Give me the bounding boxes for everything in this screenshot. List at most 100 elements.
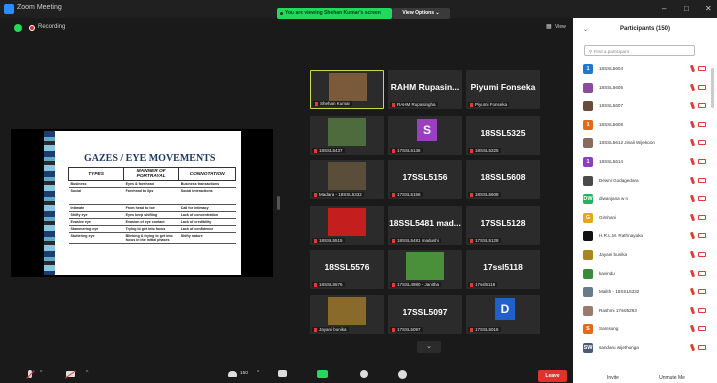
view-options-button[interactable]: View Options ⌄ xyxy=(392,8,450,19)
table-row: Business Eyes & forehead Business transact… xyxy=(68,180,236,188)
tile-name-label: Jayani bunika xyxy=(312,327,349,332)
panel-scrollbar[interactable] xyxy=(711,68,714,108)
video-tile[interactable]: Madara - 18SSL5332 xyxy=(310,160,384,199)
video-tile[interactable]: RAHM Rupasin... RAHM Rupasingha xyxy=(388,70,462,109)
invite-button[interactable]: Invite xyxy=(593,375,633,381)
view-toggle-label[interactable]: View xyxy=(555,24,566,30)
tile-display-name: 18SSL5325 xyxy=(480,128,526,138)
slide-title: GAZES / EYE MOVEMENTS xyxy=(84,153,216,164)
participant-row[interactable]: 1 18SSL5604 xyxy=(573,62,717,79)
avatar xyxy=(583,305,593,316)
tile-name-label: Shehan Kumar xyxy=(313,101,353,106)
share-screen-icon[interactable] xyxy=(317,370,328,378)
video-tile[interactable]: Piyumi Fonseka Piyumi Fonseka xyxy=(466,70,540,109)
participant-row[interactable]: 18SSL5605 xyxy=(573,81,717,98)
table-cell: Eyes & forehead xyxy=(123,180,179,188)
video-tile[interactable]: D 17SSL5016 xyxy=(466,295,540,334)
video-tile[interactable]: 17ssl5118 17ssl5118 xyxy=(466,250,540,289)
encryption-shield-icon[interactable] xyxy=(14,24,22,32)
audio-options-caret-icon[interactable]: ^ xyxy=(40,370,42,376)
participant-row[interactable]: Jayani bunika xyxy=(573,248,717,265)
avatar: 1 xyxy=(583,64,593,74)
video-off-icon xyxy=(698,196,706,202)
participant-name: Gimhani xyxy=(599,214,617,220)
video-tile[interactable]: 18SSL5608 18SSL5608 xyxy=(466,160,540,199)
table-cell: Lack of credibility xyxy=(178,218,236,226)
chat-icon[interactable] xyxy=(278,370,287,377)
close-icon[interactable]: ✕ xyxy=(705,4,712,13)
avatar: D xyxy=(495,298,515,320)
participant-row[interactable]: DW diwanjana w n xyxy=(573,192,717,209)
participants-count[interactable]: 150 xyxy=(240,371,248,376)
avatar xyxy=(583,101,593,112)
video-tile[interactable]: Shehan Kumar xyxy=(310,70,384,109)
table-cell: Evasion of eye contact xyxy=(123,218,179,226)
participant-row[interactable]: 18SSL5607 xyxy=(573,99,717,116)
next-page-chevron-icon[interactable]: ⌄ xyxy=(417,341,441,353)
video-tile[interactable]: 18SSL5481 mad... 18SSL5481 madushi xyxy=(388,206,462,245)
reactions-icon[interactable] xyxy=(398,370,407,379)
avatar xyxy=(583,250,593,260)
participant-name: kavindu xyxy=(599,270,615,276)
video-tile[interactable]: 18SSL5515 xyxy=(310,206,384,245)
participant-row[interactable]: 1 18SSL5614 xyxy=(573,155,717,172)
participants-icon[interactable] xyxy=(228,371,237,377)
tile-display-name: 17SSL5097 xyxy=(402,307,448,317)
tile-display-name: 18SSL5576 xyxy=(324,262,370,272)
participant-row[interactable]: SW sandaru wijethunga xyxy=(573,341,717,358)
participant-row[interactable]: S Samsung xyxy=(573,322,717,339)
tile-name-label: 18SSL5437 xyxy=(312,148,345,153)
meeting-toolbar: ^ ^ 150 ^ Leave xyxy=(0,364,573,383)
participant-name: 18SSL5604 xyxy=(599,66,624,71)
participant-row[interactable]: G Gimhani xyxy=(573,211,717,228)
tile-name-label: 17SSL5128 xyxy=(468,238,501,243)
participant-row[interactable]: 18SSL5612 Jinali Wijekoon xyxy=(573,136,717,153)
video-tile[interactable]: 17SSL5128 17SSL5128 xyxy=(466,206,540,245)
participant-search-input[interactable]: ⚲ Find a participant xyxy=(584,45,695,56)
video-tile[interactable]: Jayani bunika xyxy=(310,295,384,334)
tile-name-label: 18SSL5576 xyxy=(312,282,345,287)
tile-name-label: 17SSL5016 xyxy=(468,327,501,332)
table-row: Stammering eye Trying to get into focus La… xyxy=(68,225,236,233)
avatar xyxy=(583,231,593,242)
tile-name-label: 17SSL4980 - Janitha xyxy=(390,282,442,287)
video-options-caret-icon[interactable]: ^ xyxy=(86,370,88,376)
leave-button[interactable]: Leave xyxy=(538,370,567,382)
minimize-icon[interactable]: – xyxy=(662,4,666,13)
table-row: Stuttering eye Blinking & trying to get i… xyxy=(68,232,236,244)
video-tile[interactable]: 17SSL5097 17SSL5097 xyxy=(388,295,462,334)
mic-muted-icon xyxy=(689,101,696,110)
avatar: DW xyxy=(583,194,593,205)
video-tile[interactable]: 18SSL5437 xyxy=(310,116,384,155)
video-tile[interactable]: S 17SSL5136 xyxy=(388,116,462,155)
video-tile[interactable]: 17SSL5156 17SSL5156 xyxy=(388,160,462,199)
participant-row[interactable]: Rashmi 17ssl5293 xyxy=(573,304,717,321)
video-tile[interactable]: 17SSL4980 - Janitha xyxy=(388,250,462,289)
avatar xyxy=(583,175,593,186)
maximize-icon[interactable]: □ xyxy=(684,4,689,13)
video-off-icon xyxy=(698,270,706,276)
tile-display-name: 18SSL5608 xyxy=(480,172,526,182)
participant-row[interactable]: H.R.L.M. Rathnayaka xyxy=(573,229,717,246)
grid-view-icon[interactable]: ▦ xyxy=(546,23,552,30)
table-cell: Shifty nature xyxy=(178,232,236,244)
mic-muted-icon xyxy=(689,325,696,333)
window-title: Zoom Meeting xyxy=(17,4,62,11)
participant-row[interactable]: 1 18SSL5608 xyxy=(573,118,717,135)
unmute-me-button[interactable]: Unmute Me xyxy=(651,375,693,381)
participant-row[interactable]: kavindu xyxy=(573,267,717,284)
table-cell: Shifty eye xyxy=(68,211,124,219)
participant-name: Dewni Godagedara xyxy=(599,177,639,183)
participant-photo xyxy=(328,118,366,146)
participants-caret-icon[interactable]: ^ xyxy=(257,370,259,376)
participant-row[interactable]: Dewni Godagedara xyxy=(573,174,717,191)
record-icon[interactable] xyxy=(360,370,368,378)
video-tile[interactable]: 18SSL5576 18SSL5576 xyxy=(310,250,384,289)
participant-photo xyxy=(328,297,366,325)
split-view-drag-handle[interactable] xyxy=(277,196,280,210)
table-cell: Evasive eye xyxy=(68,218,124,226)
video-off-icon xyxy=(698,345,706,350)
participant-row[interactable]: Malith - 18SSL5332 xyxy=(573,285,717,302)
video-tile[interactable]: 18SSL5325 18SSL5325 xyxy=(466,116,540,155)
participants-panel: ⌄ Participants (150) ⚲ Find a participan… xyxy=(573,18,717,383)
